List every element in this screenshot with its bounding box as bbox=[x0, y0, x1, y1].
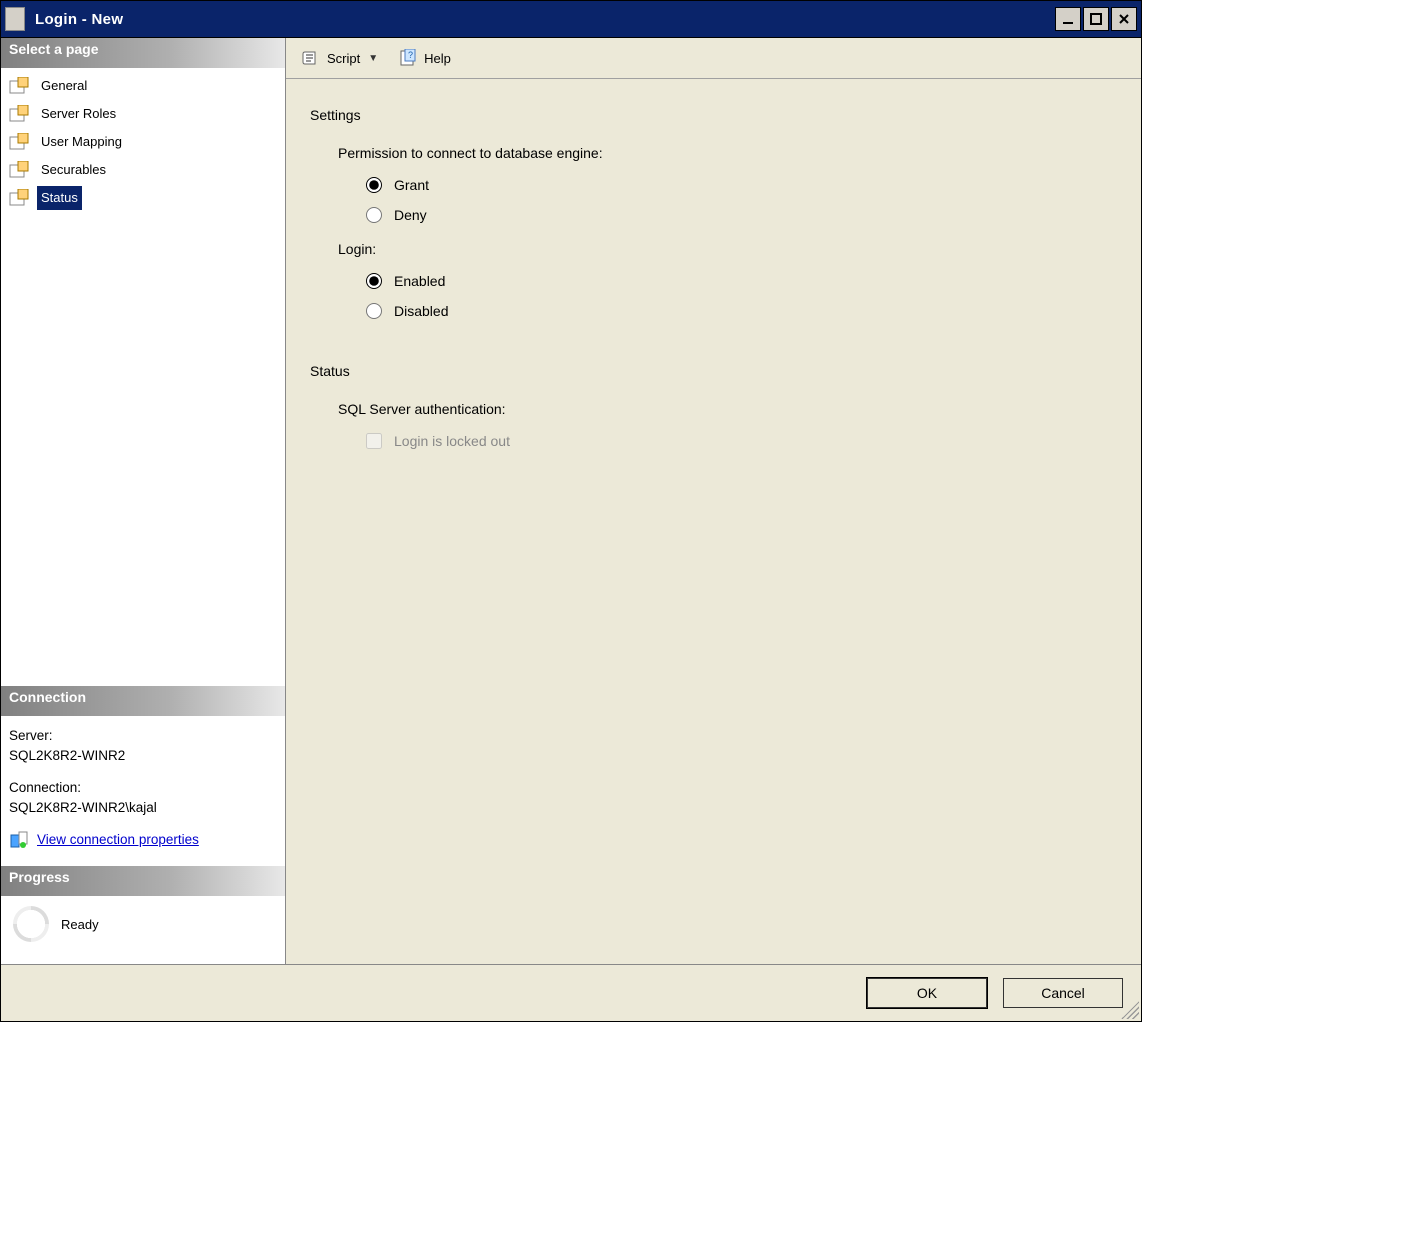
page-item-user-mapping[interactable]: User Mapping bbox=[1, 128, 285, 156]
server-value: SQL2K8R2-WINR2 bbox=[9, 746, 277, 766]
page-item-status[interactable]: Status bbox=[1, 184, 285, 212]
page-item-securables[interactable]: Securables bbox=[1, 156, 285, 184]
locked-out-label: Login is locked out bbox=[394, 433, 510, 449]
permission-grant-radio[interactable]: Grant bbox=[366, 177, 1117, 193]
page-item-label: Server Roles bbox=[37, 102, 120, 126]
resize-grip-icon[interactable] bbox=[1121, 1001, 1139, 1019]
view-connection-properties-link[interactable]: View connection properties bbox=[37, 830, 199, 850]
help-icon: ? bbox=[398, 48, 418, 68]
form-area: Settings Permission to connect to databa… bbox=[286, 79, 1141, 964]
page-list: General Server Roles User Mapping bbox=[1, 68, 285, 216]
close-button[interactable] bbox=[1111, 7, 1137, 31]
progress-status: Ready bbox=[61, 917, 99, 932]
select-page-header: Select a page bbox=[1, 38, 285, 68]
login-disabled-input[interactable] bbox=[366, 303, 382, 319]
locked-out-input bbox=[366, 433, 382, 449]
ok-button[interactable]: OK bbox=[867, 978, 987, 1008]
connection-value: SQL2K8R2-WINR2\kajal bbox=[9, 798, 277, 818]
permission-grant-input[interactable] bbox=[366, 177, 382, 193]
settings-group-label: Settings bbox=[310, 107, 1117, 123]
connection-block: Server: SQL2K8R2-WINR2 Connection: SQL2K… bbox=[1, 716, 285, 866]
page-icon bbox=[7, 188, 31, 208]
toolbar: Script ▼ ? Help bbox=[286, 38, 1141, 79]
page-item-label: Status bbox=[37, 186, 82, 210]
page-item-server-roles[interactable]: Server Roles bbox=[1, 100, 285, 128]
maximize-button[interactable] bbox=[1083, 7, 1109, 31]
script-label: Script bbox=[327, 51, 360, 66]
page-item-label: User Mapping bbox=[37, 130, 126, 154]
title-bar: Login - New bbox=[1, 1, 1141, 38]
permission-deny-input[interactable] bbox=[366, 207, 382, 223]
page-item-label: Securables bbox=[37, 158, 110, 182]
connection-header: Connection bbox=[1, 686, 285, 716]
login-enabled-input[interactable] bbox=[366, 273, 382, 289]
window-title: Login - New bbox=[35, 11, 1055, 28]
page-icon bbox=[7, 132, 31, 152]
bottom-bar: OK Cancel bbox=[1, 964, 1141, 1021]
login-disabled-label: Disabled bbox=[394, 303, 448, 319]
login-enabled-radio[interactable]: Enabled bbox=[366, 273, 1117, 289]
left-panel: Select a page General Server Roles bbox=[1, 38, 286, 964]
page-icon bbox=[7, 160, 31, 180]
permission-label: Permission to connect to database engine… bbox=[338, 145, 1117, 161]
page-icon bbox=[7, 104, 31, 124]
chevron-down-icon: ▼ bbox=[368, 53, 378, 64]
connection-props-icon bbox=[9, 830, 29, 850]
permission-deny-radio[interactable]: Deny bbox=[366, 207, 1117, 223]
help-label: Help bbox=[424, 51, 451, 66]
status-group-label: Status bbox=[310, 363, 1117, 379]
login-enabled-label: Enabled bbox=[394, 273, 445, 289]
page-item-general[interactable]: General bbox=[1, 72, 285, 100]
progress-spinner-icon bbox=[13, 906, 49, 942]
page-item-label: General bbox=[37, 74, 91, 98]
login-label: Login: bbox=[338, 241, 1117, 257]
progress-block: Ready bbox=[1, 896, 285, 964]
permission-grant-label: Grant bbox=[394, 177, 429, 193]
svg-text:?: ? bbox=[408, 50, 413, 60]
locked-out-checkbox: Login is locked out bbox=[366, 433, 1117, 449]
help-button[interactable]: ? Help bbox=[391, 44, 458, 72]
server-label: Server: bbox=[9, 726, 277, 746]
sql-auth-label: SQL Server authentication: bbox=[338, 401, 1117, 417]
app-icon bbox=[5, 7, 25, 31]
right-panel: Script ▼ ? Help Settings Permission to c… bbox=[286, 38, 1141, 964]
minimize-button[interactable] bbox=[1055, 7, 1081, 31]
page-icon bbox=[7, 76, 31, 96]
script-icon bbox=[301, 48, 321, 68]
progress-header: Progress bbox=[1, 866, 285, 896]
connection-label: Connection: bbox=[9, 778, 277, 798]
script-button[interactable]: Script ▼ bbox=[294, 44, 385, 72]
permission-deny-label: Deny bbox=[394, 207, 427, 223]
login-disabled-radio[interactable]: Disabled bbox=[366, 303, 1117, 319]
cancel-button[interactable]: Cancel bbox=[1003, 978, 1123, 1008]
